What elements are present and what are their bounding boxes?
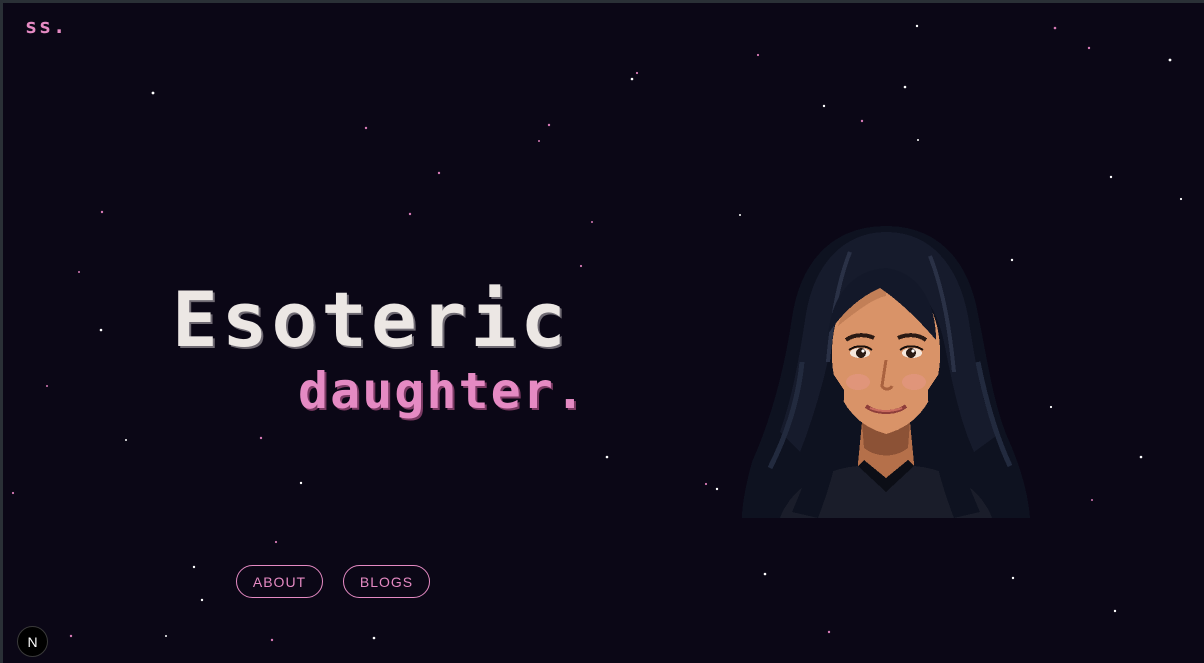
site-logo[interactable]: ss. [25,14,67,38]
hero-title: Esoteric [172,275,571,364]
hero-subtitle: daughter. [298,362,587,420]
pixel-portrait-icon [742,226,1030,518]
about-button[interactable]: ABOUT [236,565,323,598]
blogs-button[interactable]: BLOGS [343,565,430,598]
nextjs-dev-indicator-icon[interactable]: N [17,626,48,657]
